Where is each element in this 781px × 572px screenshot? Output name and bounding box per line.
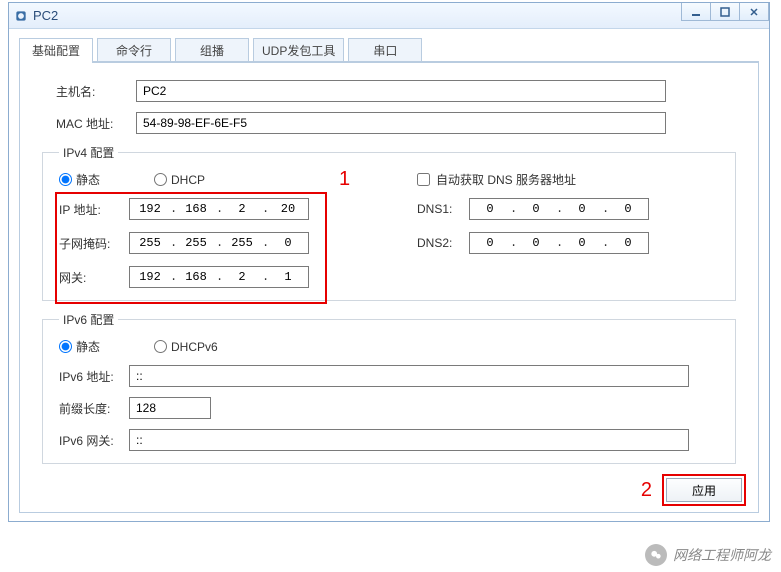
ip-label: IP 地址: <box>59 201 129 218</box>
ip-input[interactable]: . . . <box>129 198 309 220</box>
dns1-label: DNS1: <box>417 202 469 216</box>
ipv6-legend: IPv6 配置 <box>59 311 118 328</box>
panel-basic: 主机名: MAC 地址: IPv4 配置 静态 DHCP <box>19 61 759 513</box>
tab-strip: 基础配置 命令行 组播 UDP发包工具 串口 <box>19 38 759 63</box>
ipv6-prefix-input[interactable] <box>129 397 211 419</box>
ipv6-gw-input[interactable] <box>129 429 689 451</box>
marker-1: 1 <box>339 168 350 191</box>
minimize-button[interactable] <box>681 3 711 21</box>
dns2-input[interactable]: . . . <box>469 232 649 254</box>
ipv6-gw-label: IPv6 网关: <box>59 432 129 449</box>
gw-label: 网关: <box>59 269 129 286</box>
window-title: PC2 <box>33 8 58 23</box>
apply-button[interactable]: 应用 <box>666 478 742 502</box>
watermark-text: 网络工程师阿龙 <box>673 545 771 565</box>
mac-label: MAC 地址: <box>56 115 136 132</box>
ipv4-grid: 1 IP 地址: . . . 子网掩码: <box>59 198 719 288</box>
tab-basic[interactable]: 基础配置 <box>19 38 93 62</box>
ipv6-static-radio[interactable]: 静态 <box>59 338 100 355</box>
host-label: 主机名: <box>56 83 136 100</box>
tab-serial[interactable]: 串口 <box>348 38 422 62</box>
tab-cli[interactable]: 命令行 <box>97 38 171 62</box>
mac-input[interactable] <box>136 112 666 134</box>
close-button[interactable] <box>739 3 769 21</box>
tab-multicast[interactable]: 组播 <box>175 38 249 62</box>
ipv6-group: IPv6 配置 静态 DHCPv6 IPv6 地址: 前缀长 <box>42 311 736 464</box>
mask-input[interactable]: . . . <box>129 232 309 254</box>
host-input[interactable] <box>136 80 666 102</box>
window-buttons <box>682 3 769 23</box>
ipv6-addr-input[interactable] <box>129 365 689 387</box>
wechat-icon <box>645 544 667 566</box>
watermark: 网络工程师阿龙 <box>645 544 771 566</box>
ipv6-prefix-label: 前缀长度: <box>59 400 129 417</box>
ipv4-dhcp-radio[interactable]: DHCP <box>154 173 205 187</box>
client-area: 基础配置 命令行 组播 UDP发包工具 串口 主机名: MAC 地址: IPv4… <box>9 29 769 521</box>
ipv6-dhcp-radio[interactable]: DHCPv6 <box>154 340 218 354</box>
tab-udp[interactable]: UDP发包工具 <box>253 38 344 62</box>
marker-2: 2 <box>641 479 652 502</box>
mask-label: 子网掩码: <box>59 235 129 252</box>
maximize-button[interactable] <box>710 3 740 21</box>
app-icon <box>13 8 29 24</box>
title-bar: PC2 <box>9 3 769 29</box>
dns2-label: DNS2: <box>417 236 469 250</box>
ipv4-static-radio[interactable]: 静态 <box>59 171 100 188</box>
app-window: PC2 基础配置 命令行 组播 UDP发包工具 串口 主机名: <box>8 2 770 522</box>
ipv4-group: IPv4 配置 静态 DHCP 自动获取 DNS 服务器地址 <box>42 144 736 301</box>
ipv6-addr-label: IPv6 地址: <box>59 368 129 385</box>
gw-input[interactable]: . . . <box>129 266 309 288</box>
ipv4-legend: IPv4 配置 <box>59 144 118 161</box>
auto-dns-check[interactable]: 自动获取 DNS 服务器地址 <box>417 171 576 188</box>
dns1-input[interactable]: . . . <box>469 198 649 220</box>
